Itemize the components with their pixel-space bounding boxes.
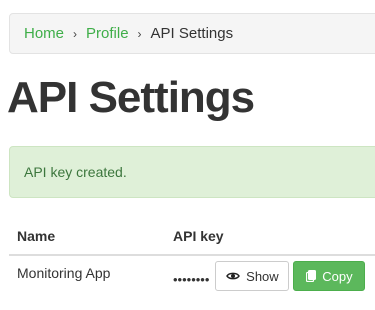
column-header-name: Name — [9, 218, 165, 256]
copy-icon — [306, 270, 317, 282]
table-header-row: Name API key — [9, 218, 375, 256]
api-keys-table: Name API key Monitoring App •••••••• Sho… — [9, 218, 375, 305]
copy-key-button[interactable]: Copy — [293, 261, 366, 291]
alert-message: API key created. — [24, 164, 127, 180]
breadcrumb-separator: › — [73, 26, 78, 41]
show-key-button[interactable]: Show — [215, 261, 290, 291]
eye-icon — [226, 271, 241, 281]
breadcrumb: Home › Profile › API Settings — [9, 13, 375, 54]
column-header-api-key: API key — [165, 218, 375, 256]
page-title: API Settings — [7, 73, 255, 122]
api-key-cell: •••••••• Show Copy — [165, 255, 375, 305]
breadcrumb-home-link[interactable]: Home — [24, 25, 64, 42]
page: Home › Profile › API Settings API Settin… — [0, 0, 375, 310]
masked-api-key: •••••••• — [173, 271, 210, 287]
breadcrumb-separator: › — [137, 26, 142, 41]
copy-key-label: Copy — [322, 268, 353, 284]
success-alert: API key created. — [9, 146, 375, 198]
breadcrumb-current: API Settings — [150, 25, 234, 42]
show-key-label: Show — [246, 268, 279, 284]
app-name-cell: Monitoring App — [17, 265, 111, 281]
breadcrumb-profile-link[interactable]: Profile — [86, 25, 129, 42]
table-row: Monitoring App •••••••• Show Copy — [9, 255, 375, 305]
